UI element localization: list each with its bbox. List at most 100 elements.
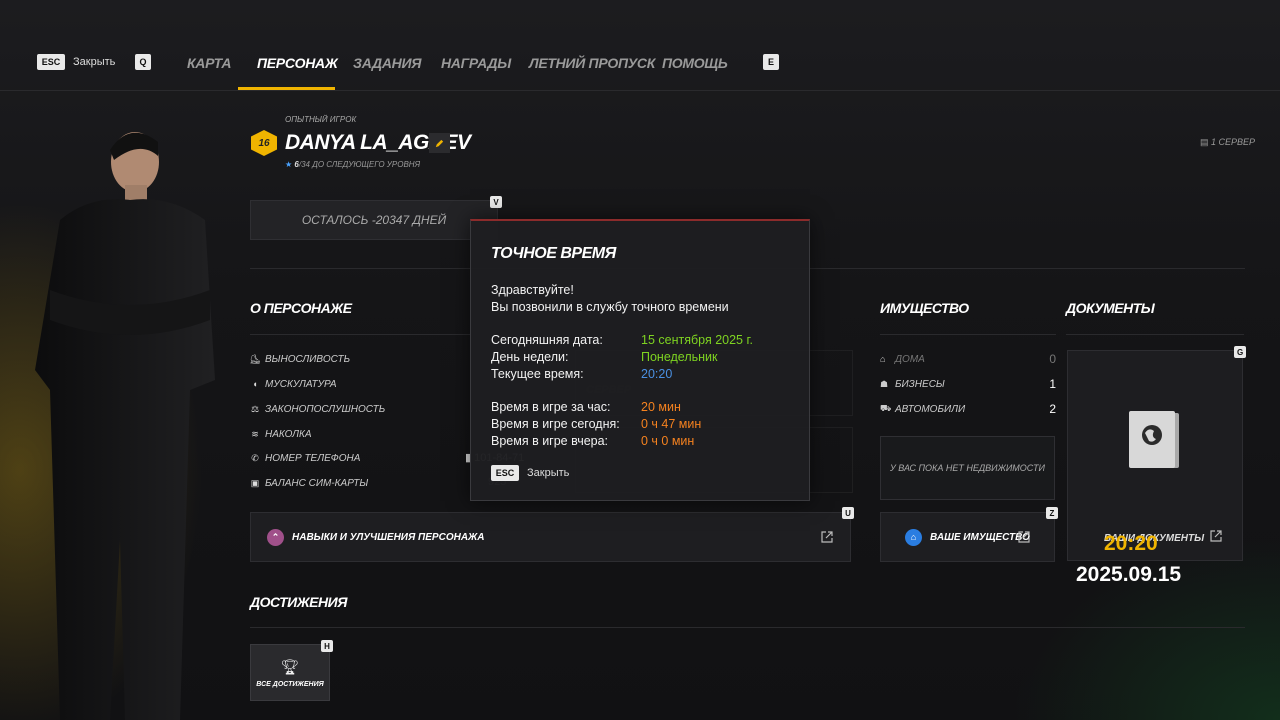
top-navigation: ESC Закрыть Q КАРТА ПЕРСОНАЖ ЗАДАНИЯ НАГ… xyxy=(0,0,1280,91)
stat-law: ⚖ ЗАКОНОПОСЛУШНОСТЬ xyxy=(250,402,470,416)
property-businesses: ☗ БИЗНЕСЫ 1 xyxy=(880,377,1056,391)
playtime-today-label: Время в игре сегодня: xyxy=(491,417,620,431)
property-count: 0 xyxy=(1049,352,1056,366)
property-houses: ⌂ ДОМА 0 xyxy=(880,352,1056,366)
property-section-title: ИМУЩЕСТВО xyxy=(880,300,969,316)
external-link-icon[interactable] xyxy=(1018,531,1030,543)
house-icon: ⌂ xyxy=(880,354,886,364)
tab-help[interactable]: ПОМОЩЬ xyxy=(662,55,728,71)
trophy-icon: 🏆︎ xyxy=(280,658,300,676)
passport-icon xyxy=(1129,411,1179,468)
stat-phone: ✆ НОМЕР ТЕЛЕФОНА xyxy=(250,451,470,465)
date-label: Сегодняшняя дата: xyxy=(491,333,603,347)
active-tab-indicator xyxy=(238,87,335,90)
skills-button[interactable]: ⌃ НАВЫКИ И УЛУЧШЕНИЯ ПЕРСОНАЖА xyxy=(250,512,851,562)
no-property-box: У ВАС ПОКА НЕТ НЕДВИЖИМОСТИ xyxy=(880,436,1055,500)
stat-label: БАЛАНС СИМ-КАРТЫ xyxy=(265,477,369,489)
playtime-today-value: 0 ч 47 мин xyxy=(641,417,702,431)
dialog-esc-key[interactable]: ESC xyxy=(491,465,519,481)
property-count: 2 xyxy=(1049,402,1056,416)
tab-rewards[interactable]: НАГРАДЫ xyxy=(441,55,511,71)
documents-key-hint: G xyxy=(1234,346,1247,358)
divider xyxy=(880,334,1056,335)
days-key-hint: V xyxy=(490,196,502,208)
house-icon: ⌂ xyxy=(905,528,922,546)
playtime-hour-label: Время в игре за час: xyxy=(491,400,611,414)
external-link-icon[interactable] xyxy=(821,531,833,543)
xp-rest: /34 ДО СЛЕДУЮЩЕГО УРОВНЯ xyxy=(298,160,421,169)
server-icon: ▤ xyxy=(1200,137,1209,147)
property-key-hint: Z xyxy=(1046,507,1058,519)
time-label: Текущее время: xyxy=(491,367,584,381)
skills-button-label: НАВЫКИ И УЛУЧШЕНИЯ ПЕРСОНАЖА xyxy=(292,531,485,543)
stat-label: НОМЕР ТЕЛЕФОНА xyxy=(265,452,361,464)
dialog-title: ТОЧНОЕ ВРЕМЯ xyxy=(491,245,616,262)
property-cars: ⛟ АВТОМОБИЛИ 2 xyxy=(880,402,1056,416)
character-model xyxy=(35,132,215,720)
server-name: 1 СЕРВЕР xyxy=(1211,137,1256,147)
all-achievements-label: ВСЕ ДОСТИЖЕНИЯ xyxy=(256,680,324,688)
time-value: 20:20 xyxy=(641,367,673,381)
stat-label: НАКОЛКА xyxy=(265,428,312,440)
clock-time: 20:20 xyxy=(1104,532,1158,555)
clock-date: 2025.09.15 xyxy=(1076,563,1182,586)
divider xyxy=(250,334,470,335)
days-remaining-text: ОСТАЛОСЬ -20347 ДНЕЙ xyxy=(301,213,447,227)
achievements-section-title: ДОСТИЖЕНИЯ xyxy=(250,594,347,610)
property-label: АВТОМОБИЛИ xyxy=(895,403,966,415)
tab-character[interactable]: ПЕРСОНАЖ xyxy=(257,55,338,71)
tab-summer-pass[interactable]: ЛЕТНИЙ ПРОПУСК xyxy=(529,55,655,71)
close-label[interactable]: Закрыть xyxy=(73,56,115,68)
law-icon: ⚖ xyxy=(250,403,260,414)
sim-icon: ▣ xyxy=(250,477,260,488)
playtime-yesterday-value: 0 ч 0 мин xyxy=(641,434,695,448)
business-icon: ☗ xyxy=(880,378,889,389)
server-indicator: ▤ 1 СЕРВЕР xyxy=(1200,137,1255,148)
tab-map[interactable]: КАРТА xyxy=(187,55,231,71)
playtime-hour-value: 20 мин xyxy=(641,400,681,414)
tattoo-icon: ≋ xyxy=(251,428,259,439)
esc-key-hint[interactable]: ESC xyxy=(37,54,65,70)
date-value: 15 сентября 2025 г. xyxy=(641,333,753,347)
stat-muscles: ◖ МУСКУЛАТУРА xyxy=(250,377,470,391)
no-property-text: У ВАС ПОКА НЕТ НЕДВИЖИМОСТИ xyxy=(890,463,1045,473)
days-remaining-box[interactable]: ОСТАЛОСЬ -20347 ДНЕЙ xyxy=(250,200,498,240)
stat-tattoo: ≋ НАКОЛКА xyxy=(250,427,470,441)
dialog-intro: Вы позвонили в службу точного времени xyxy=(491,300,729,314)
tab-tasks[interactable]: ЗАДАНИЯ xyxy=(353,55,421,71)
pencil-icon xyxy=(435,139,444,147)
property-label: БИЗНЕСЫ xyxy=(895,378,945,390)
about-section-title: О ПЕРСОНАЖЕ xyxy=(250,300,352,316)
weekday-value: Понедельник xyxy=(641,350,718,364)
my-property-label: ВАШЕ ИМУЩЕСТВО xyxy=(930,531,1030,543)
stat-label: ЗАКОНОПОСЛУШНОСТЬ xyxy=(265,403,386,415)
car-icon: ⛟ xyxy=(880,403,892,413)
exact-time-dialog: ТОЧНОЕ ВРЕМЯ Здравствуйте! Вы позвонили … xyxy=(470,219,810,501)
edit-name-button[interactable] xyxy=(429,133,450,153)
achievements-key-hint: H xyxy=(321,640,333,652)
all-achievements-button[interactable]: 🏆︎ ВСЕ ДОСТИЖЕНИЯ xyxy=(250,644,330,701)
shoe-icon: ⛸ xyxy=(249,353,261,364)
dialog-close-button[interactable]: Закрыть xyxy=(527,467,569,479)
phone-icon: ✆ xyxy=(251,452,259,463)
weekday-label: День недели: xyxy=(491,350,569,364)
player-rank: ОПЫТНЫЙ ИГРОК xyxy=(285,115,357,124)
stat-label: ВЫНОСЛИВОСТЬ xyxy=(265,353,351,365)
divider xyxy=(1066,334,1244,335)
next-tab-key-hint[interactable]: E xyxy=(763,54,779,70)
muscle-icon: ◖ xyxy=(252,379,258,389)
prev-tab-key-hint[interactable]: Q xyxy=(135,54,151,70)
dialog-greeting: Здравствуйте! xyxy=(491,283,574,297)
xp-progress: ★ 6/34 ДО СЛЕДУЮЩЕГО УРОВНЯ xyxy=(285,160,420,169)
property-label: ДОМА xyxy=(895,353,925,365)
stat-sim-balance: ▣ БАЛАНС СИМ-КАРТЫ xyxy=(250,476,470,490)
skills-icon: ⌃ xyxy=(267,528,284,546)
stat-endurance: ⛸ ВЫНОСЛИВОСТЬ xyxy=(249,352,470,366)
playtime-yesterday-label: Время в игре вчера: xyxy=(491,434,609,448)
skills-key-hint: U xyxy=(842,507,854,519)
property-count: 1 xyxy=(1049,377,1056,391)
documents-section-title: ДОКУМЕНТЫ xyxy=(1066,300,1155,316)
external-link-icon xyxy=(1210,530,1222,542)
divider xyxy=(250,627,1245,628)
star-icon: ★ xyxy=(285,160,293,169)
